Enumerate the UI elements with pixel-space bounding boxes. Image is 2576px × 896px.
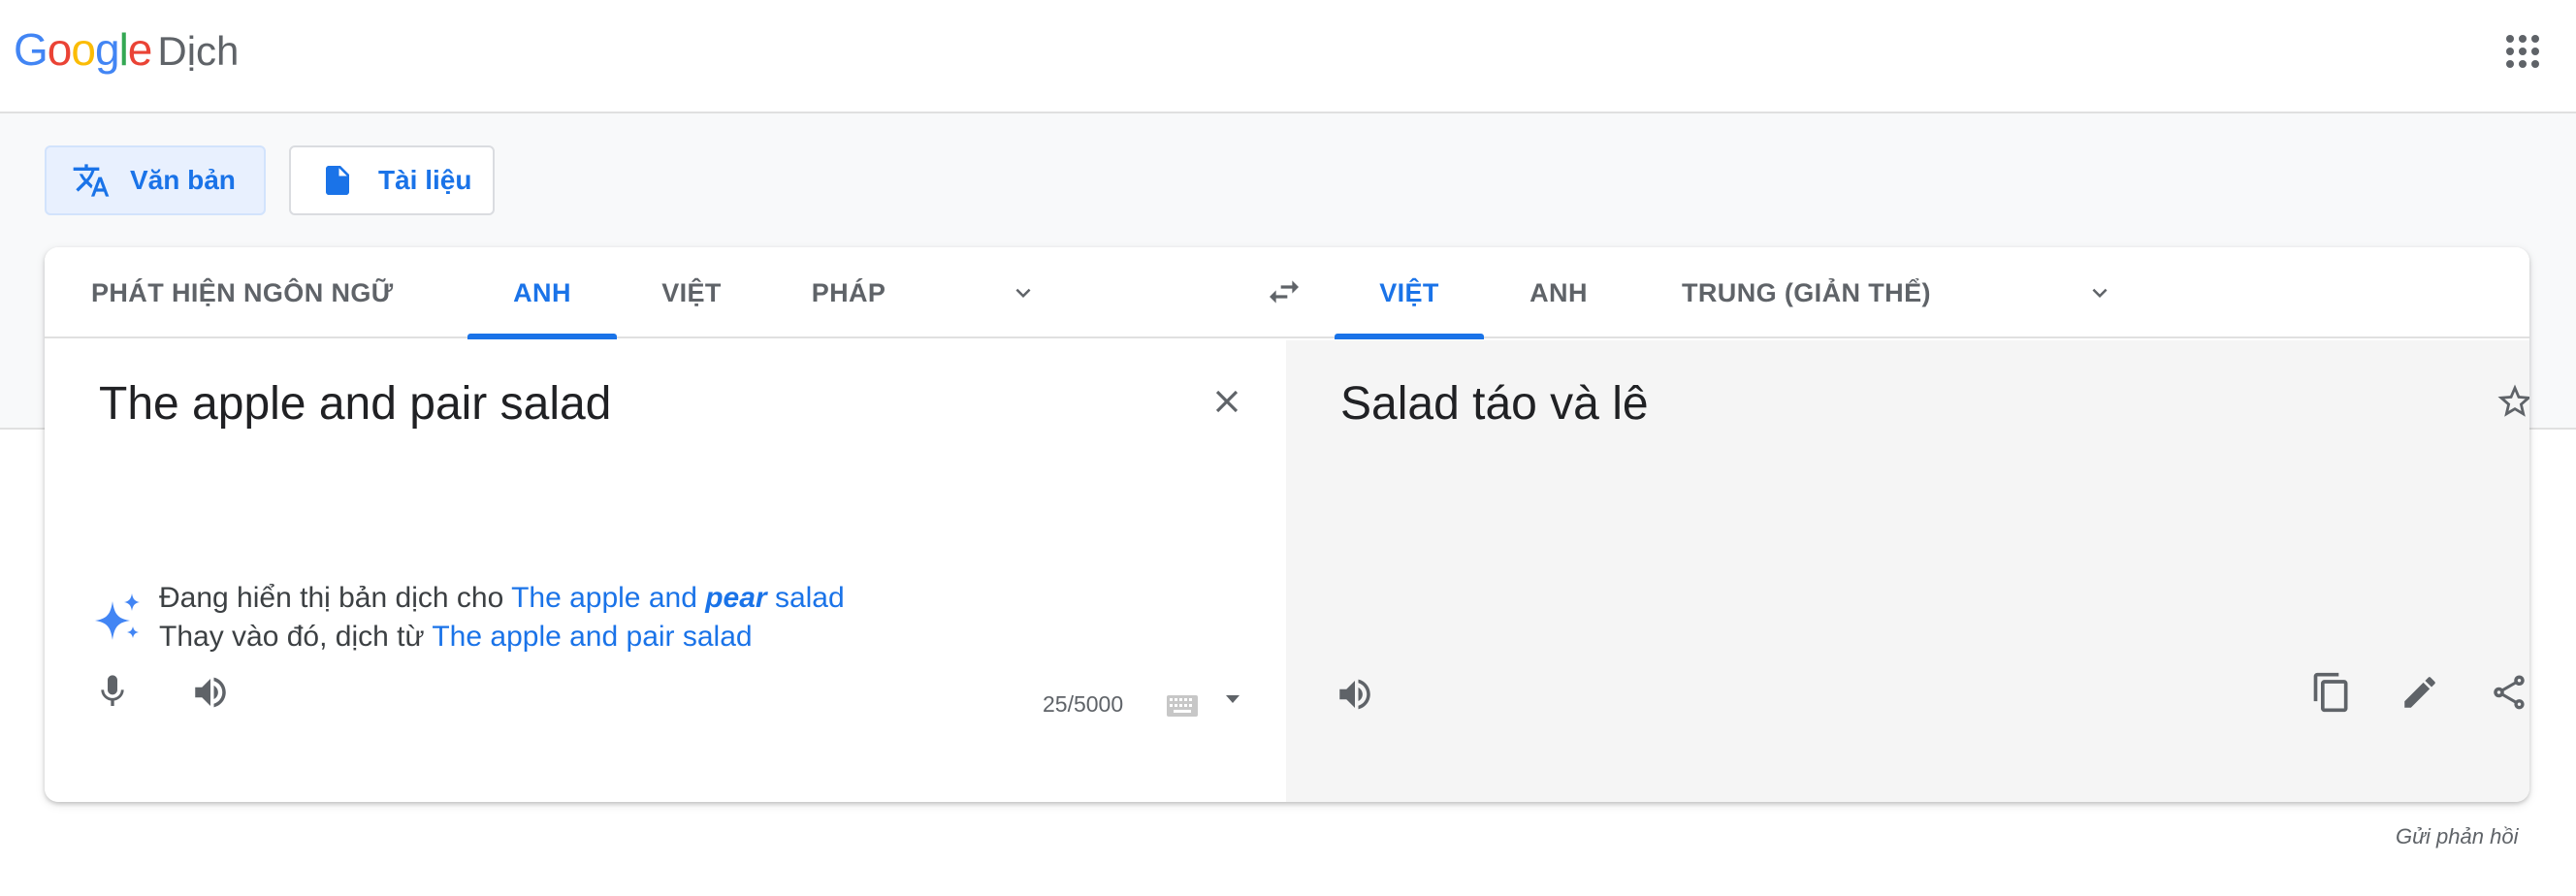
suggestion-line-1: Đang hiển thị bản dịch cho The apple and… <box>159 579 845 618</box>
product-name: Dịch <box>157 28 240 74</box>
corrected-text-part: salad <box>774 582 845 614</box>
app-header: Google Dịch <box>0 0 2576 113</box>
tab-target-chinese-simplified[interactable]: TRUNG (GIẢN THỂ) <box>1682 247 1931 338</box>
tab-label: ANH <box>1530 277 1588 307</box>
corrected-text-link[interactable]: The apple and pear salad <box>511 582 845 614</box>
logo-letter: o <box>71 24 96 75</box>
tab-label: VIỆT <box>661 277 722 307</box>
sparkle-icon <box>95 593 140 640</box>
send-feedback-link[interactable]: Gửi phản hồi <box>2396 824 2518 849</box>
edit-pencil-icon[interactable] <box>2399 672 2440 713</box>
corrected-text-part: The apple and <box>511 582 697 614</box>
document-mode-button[interactable]: Tài liệu <box>289 145 495 215</box>
spelling-suggestion: Đang hiển thị bản dịch cho The apple and… <box>95 579 845 656</box>
tab-label: ANH <box>513 277 571 307</box>
active-tab-indicator <box>467 334 617 339</box>
google-wordmark: Google <box>14 23 153 76</box>
listen-translation-icon[interactable] <box>1335 674 1375 715</box>
document-icon <box>318 161 357 200</box>
share-icon[interactable] <box>2489 672 2529 713</box>
target-pane: Salad táo và lê <box>1286 340 2529 802</box>
copy-icon[interactable] <box>2310 670 2353 715</box>
corrected-word: pear <box>705 582 767 614</box>
tab-source-english[interactable]: ANH <box>467 247 617 339</box>
clear-source-icon[interactable] <box>1208 383 1245 420</box>
suggestion-prefix: Đang hiển thị bản dịch cho <box>159 582 504 614</box>
swap-languages-icon[interactable] <box>1263 272 1305 311</box>
logo-letter: g <box>94 24 120 75</box>
keyboard-menu-icon[interactable] <box>1226 695 1240 703</box>
translation-card: PHÁT HIỆN NGÔN NGỮ ANH VIỆT PHÁP VIỆT AN… <box>45 247 2529 802</box>
text-mode-label: Văn bản <box>130 165 236 195</box>
google-translate-logo[interactable]: Google Dịch <box>14 23 239 81</box>
listen-source-icon[interactable] <box>190 672 231 713</box>
target-language-more-icon[interactable] <box>2083 278 2116 307</box>
language-bar: PHÁT HIỆN NGÔN NGỮ ANH VIỆT PHÁP VIỆT AN… <box>45 247 2529 339</box>
logo-letter: G <box>14 24 48 75</box>
tab-label: VIỆT <box>1379 277 1439 307</box>
tab-label: PHÁP <box>811 277 886 307</box>
tab-source-vietnamese[interactable]: VIỆT <box>617 247 766 338</box>
original-text-link[interactable]: The apple and pair salad <box>432 621 752 653</box>
tab-target-english[interactable]: ANH <box>1484 247 1633 338</box>
source-language-more-icon[interactable] <box>1007 278 1040 307</box>
suggestion-line-2: Thay vào đó, dịch từ The apple and pair … <box>159 618 845 656</box>
tab-detect-language[interactable]: PHÁT HIỆN NGÔN NGỮ <box>91 247 394 338</box>
logo-letter: e <box>127 24 153 75</box>
original-prefix: Thay vào đó, dịch từ <box>159 621 425 653</box>
translate-icon <box>72 161 111 200</box>
keyboard-icon[interactable] <box>1166 693 1199 719</box>
logo-letter: l <box>118 24 129 75</box>
tab-source-french[interactable]: PHÁP <box>766 247 931 338</box>
translated-text: Salad táo và lê <box>1340 378 1649 430</box>
source-text-input[interactable]: The apple and pair salad <box>99 377 611 431</box>
source-pane: The apple and pair salad Đang hiển thị b… <box>45 340 1286 802</box>
text-mode-button[interactable]: Văn bản <box>45 145 266 215</box>
active-tab-indicator <box>1335 334 1484 339</box>
character-counter: 25/5000 <box>1043 691 1124 717</box>
logo-letter: o <box>47 24 73 75</box>
microphone-icon[interactable] <box>93 670 132 713</box>
document-mode-label: Tài liệu <box>378 165 472 195</box>
tab-label: PHÁT HIỆN NGÔN NGỮ <box>91 277 394 307</box>
tab-target-vietnamese[interactable]: VIỆT <box>1335 247 1484 339</box>
star-icon[interactable] <box>2495 381 2529 422</box>
apps-grid-icon[interactable] <box>2506 35 2539 68</box>
tab-label: TRUNG (GIẢN THỂ) <box>1682 277 1931 307</box>
